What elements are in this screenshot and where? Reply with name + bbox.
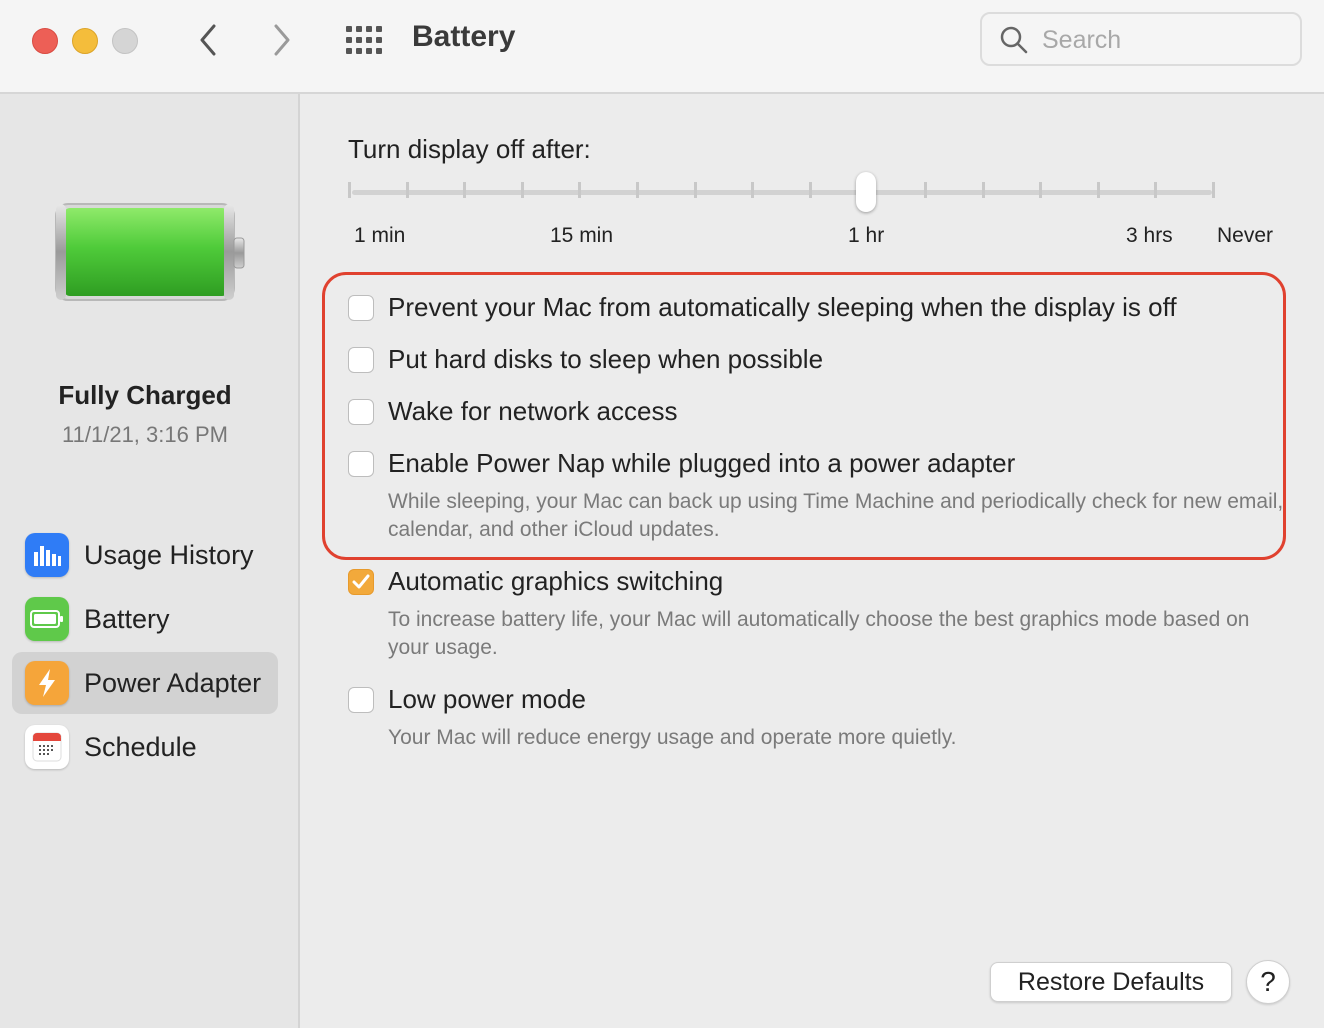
slider-thumb[interactable]	[856, 172, 876, 212]
battery-status-icon	[54, 202, 248, 307]
minimize-window-button[interactable]	[72, 28, 98, 54]
slider-label-3-hrs: 3 hrs	[1126, 224, 1173, 247]
wake-network-checkbox[interactable]	[348, 398, 374, 425]
sidebar-item-power-adapter[interactable]: Power Adapter	[12, 652, 278, 714]
restore-defaults-button[interactable]: Restore Defaults	[990, 962, 1232, 1002]
title-bar: Battery	[0, 0, 1324, 94]
calendar-icon	[25, 725, 69, 769]
sidebar-item-label: Power Adapter	[84, 667, 262, 698]
slider-tick	[578, 182, 582, 198]
sidebar-item-label: Schedule	[84, 731, 197, 762]
close-window-button[interactable]	[32, 28, 58, 54]
show-all-button[interactable]	[344, 24, 384, 56]
slider-tick	[520, 182, 524, 198]
search-input[interactable]	[1040, 22, 1294, 58]
slider-label-1-hr: 1 hr	[848, 224, 885, 247]
slider-tick	[463, 182, 467, 198]
display-off-slider[interactable]	[352, 190, 1212, 195]
option-graphics-switching[interactable]: Automatic graphics switching	[348, 566, 723, 597]
sidebar-item-usage-history[interactable]: Usage History	[12, 524, 278, 586]
slider-tick	[348, 182, 351, 198]
option-power-nap[interactable]: Enable Power Nap while plugged into a po…	[348, 448, 1015, 479]
slider-tick	[405, 182, 409, 198]
power-nap-description: While sleeping, your Mac can back up usi…	[388, 490, 1284, 541]
slider-tick	[808, 182, 812, 198]
slider-tick	[1212, 182, 1215, 198]
graphics-switching-checkbox[interactable]	[348, 568, 374, 595]
slider-tick	[636, 182, 639, 198]
forward-button[interactable]	[264, 22, 300, 58]
option-label: Put hard disks to sleep when possible	[388, 344, 824, 374]
option-disk-sleep[interactable]: Put hard disks to sleep when possible	[348, 344, 823, 375]
slider-label-1-min: 1 min	[354, 224, 406, 247]
disk-sleep-checkbox[interactable]	[348, 346, 374, 373]
slider-tick	[693, 182, 697, 198]
checkmark-icon	[352, 574, 370, 588]
sidebar-item-label: Usage History	[84, 539, 254, 570]
slider-tick	[981, 182, 985, 198]
chevron-right-icon	[274, 24, 290, 56]
back-button[interactable]	[190, 22, 226, 58]
battery-status-date: 11/1/21, 3:16 PM	[62, 422, 228, 447]
search-field[interactable]	[980, 12, 1302, 66]
zoom-window-button[interactable]	[112, 28, 138, 54]
display-off-title: Turn display off after:	[348, 134, 591, 164]
sidebar-item-schedule[interactable]: Schedule	[12, 716, 278, 778]
chevron-left-icon	[200, 24, 216, 56]
option-low-power-mode[interactable]: Low power mode	[348, 684, 586, 715]
slider-tick	[1039, 182, 1043, 198]
sidebar-item-battery[interactable]: Battery	[12, 588, 278, 650]
low-power-mode-checkbox[interactable]	[348, 686, 374, 713]
option-label: Wake for network access	[388, 396, 678, 426]
main-pane: Turn display off after: 1 min 15 min 1 h…	[300, 94, 1324, 1028]
power-nap-checkbox[interactable]	[348, 450, 374, 477]
grid-icon	[346, 26, 382, 54]
option-wake-network[interactable]: Wake for network access	[348, 396, 677, 427]
slider-tick	[1154, 182, 1158, 198]
option-label: Enable Power Nap while plugged into a po…	[388, 448, 1016, 478]
battery-status-title: Fully Charged	[58, 380, 232, 410]
option-label: Prevent your Mac from automatically slee…	[388, 292, 1177, 322]
battery-icon	[25, 597, 69, 641]
bar-chart-icon	[25, 533, 69, 577]
window-title: Battery	[412, 20, 516, 53]
low-power-mode-description: Your Mac will reduce energy usage and op…	[388, 726, 957, 749]
sidebar-item-label: Battery	[84, 603, 170, 634]
option-label: Automatic graphics switching	[388, 566, 724, 596]
slider-tick	[751, 182, 755, 198]
lightning-icon	[25, 661, 69, 705]
help-button[interactable]: ?	[1246, 960, 1290, 1004]
sidebar: Fully Charged 11/1/21, 3:16 PM Usage His…	[0, 94, 300, 1028]
slider-tick	[1096, 182, 1100, 198]
search-icon	[1000, 26, 1028, 54]
slider-label-never: Never	[1217, 224, 1274, 247]
slider-tick	[924, 182, 927, 198]
graphics-switching-description: To increase battery life, your Mac will …	[388, 608, 1250, 659]
prevent-sleep-checkbox[interactable]	[348, 294, 374, 321]
slider-label-15-min: 15 min	[550, 224, 614, 247]
option-label: Low power mode	[388, 684, 586, 714]
option-prevent-sleep[interactable]: Prevent your Mac from automatically slee…	[348, 292, 1177, 323]
